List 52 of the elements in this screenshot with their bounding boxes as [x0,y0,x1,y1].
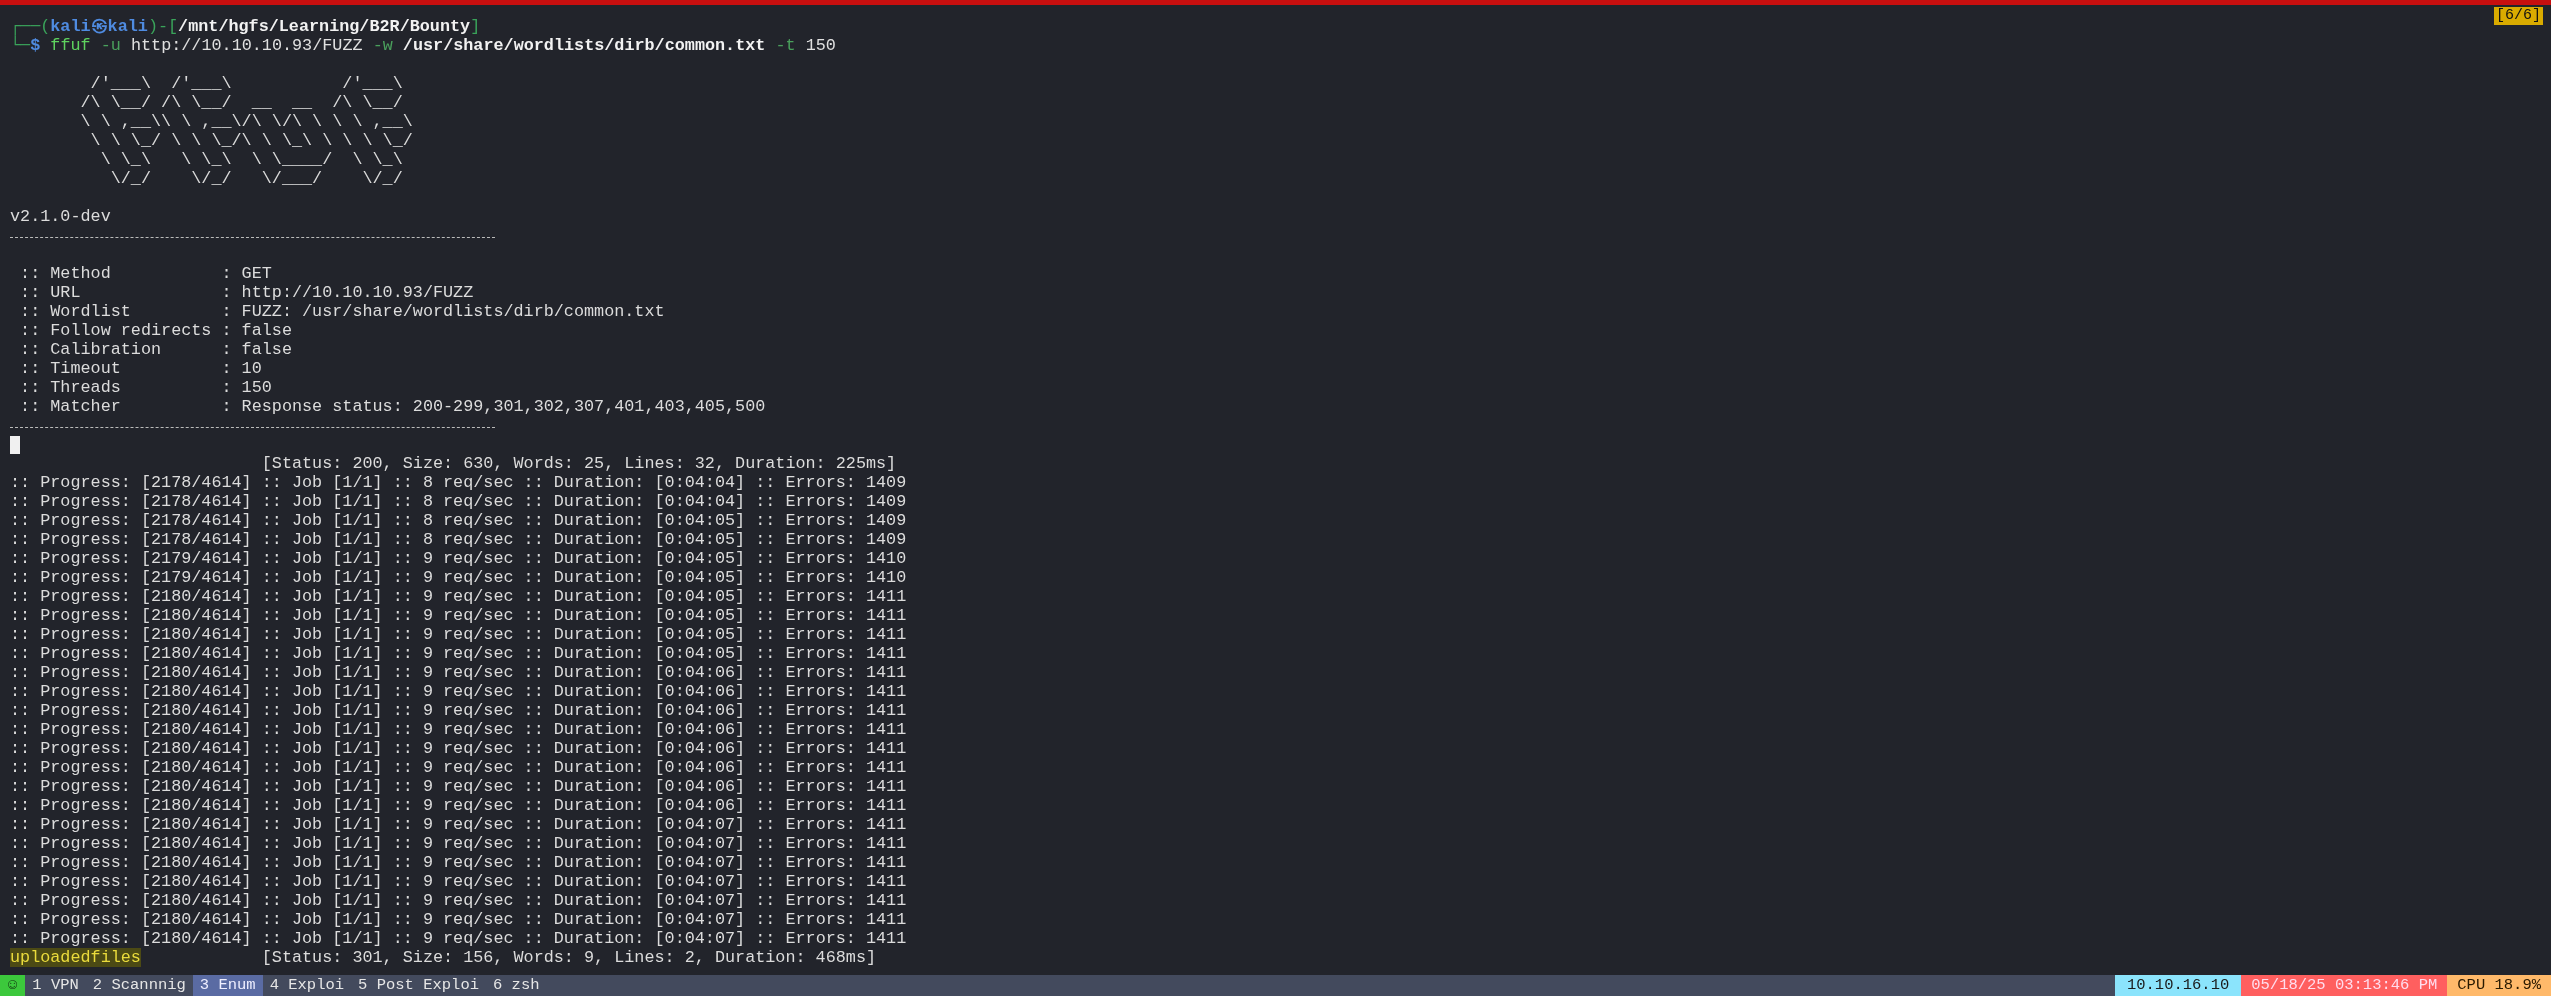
progress-line: :: Progress: [2180/4614] :: Job [1/1] :: 9 req/sec :: Duration: [0:04:06] :: Errors: 1411 [10,663,907,682]
cursor [10,435,20,454]
progress-line: :: Progress: [2180/4614] :: Job [1/1] :: 9 req/sec :: Duration: [0:04:06] :: Errors: 1411 [10,777,907,796]
window-tab[interactable]: 1 VPN [25,975,86,996]
ip-address: 10.10.16.10 [2114,975,2242,996]
found-path: uploadedfiles [10,948,141,967]
setting-line: :: URL : http://10.10.10.93/FUZZ [19,283,474,302]
command-line: └─$ ffuf -u http://10.10.10.93/FUZZ -w /usr/share/wordlists/dirb/common.txt -t 150 [10,36,836,55]
window-tab[interactable]: 2 Scannnig [85,975,193,996]
setting-line: :: Follow redirects : false [19,321,292,340]
progress-line: :: Progress: [2180/4614] :: Job [1/1] :: 9 req/sec :: Duration: [0:04:07] :: Errors: 1411 [10,910,907,929]
pane-indicator: [6/6] [2494,7,2543,25]
session-indicator: ☺ [0,975,26,996]
setting-line: :: Calibration : false [19,340,292,359]
progress-line: :: Progress: [2178/4614] :: Job [1/1] :: 8 req/sec :: Duration: [0:04:04] :: Errors: 1409 [10,492,907,511]
progress-line: :: Progress: [2180/4614] :: Job [1/1] :: 9 req/sec :: Duration: [0:04:06] :: Errors: 1411 [10,758,907,777]
setting-line: :: Threads : 150 [19,378,272,397]
window-tab[interactable]: 6 zsh [486,975,547,996]
progress-line: :: Progress: [2178/4614] :: Job [1/1] :: 8 req/sec :: Duration: [0:04:05] :: Errors: 1409 [10,530,907,549]
progress-line: :: Progress: [2180/4614] :: Job [1/1] :: 9 req/sec :: Duration: [0:04:05] :: Errors: 1411 [10,606,907,625]
progress-line: :: Progress: [2180/4614] :: Job [1/1] :: 9 req/sec :: Duration: [0:04:06] :: Errors: 1411 [10,739,907,758]
ascii-art-logo: /'___\ /'___\ /'___\ /\ \__/ /\ \__/ __ __ /\ \__/ \ \ ,__\\ \ ,__\/\ \/\ \ \ \ ,__\ \ \ \_/ \ \ \_/\ \ \_\ \ \ \ \_/ \ \_\ \ \_\ \ \____/ \ \_\ \/_/ \/_/ \/___/ \/_/ [79,74,413,188]
progress-line: :: Progress: [2178/4614] :: Job [1/1] :: 8 req/sec :: Duration: [0:04:04] :: Errors: 1409 [10,473,907,492]
progress-line: :: Progress: [2180/4614] :: Job [1/1] :: 9 req/sec :: Duration: [0:04:06] :: Errors: 1411 [10,796,907,815]
prompt-line: ┌──(kali㉿kali)-[/mnt/hgfs/Learning/B2R/Bounty] [10,17,481,36]
progress-line: :: Progress: [2180/4614] :: Job [1/1] :: 9 req/sec :: Duration: [0:04:06] :: Errors: 1411 [10,701,907,720]
progress-line: :: Progress: [2179/4614] :: Job [1/1] :: 9 req/sec :: Duration: [0:04:05] :: Errors: 1410 [10,568,907,587]
progress-line: :: Progress: [2179/4614] :: Job [1/1] :: 9 req/sec :: Duration: [0:04:05] :: Errors: 1410 [10,549,907,568]
setting-line: :: Matcher : Response status: 200-299,301,302,307,401,403,405,500 [19,397,766,416]
progress-line: :: Progress: [2180/4614] :: Job [1/1] :: 9 req/sec :: Duration: [0:04:07] :: Errors: 1411 [10,872,907,891]
date-time: 05/18/25 03:13:46 PM [2241,975,2448,996]
progress-line: :: Progress: [2180/4614] :: Job [1/1] :: 9 req/sec :: Duration: [0:04:05] :: Errors: 1411 [10,644,907,663]
progress-line: :: Progress: [2180/4614] :: Job [1/1] :: 9 req/sec :: Duration: [0:04:05] :: Errors: 1411 [10,625,907,644]
setting-line: :: Timeout : 10 [19,359,262,378]
setting-line: :: Wordlist : FUZZ: /usr/share/wordlists/dirb/common.txt [19,302,665,321]
progress-line: :: Progress: [2178/4614] :: Job [1/1] :: 8 req/sec :: Duration: [0:04:05] :: Errors: 1409 [10,511,907,530]
window-tab[interactable]: 4 Exploi [262,975,352,996]
cpu-usage: CPU 18.9% [2447,975,2551,996]
result-line: [Status: 301, Size: 156, Words: 9, Lines: 2, Duration: 468ms] [261,948,877,967]
window-tab[interactable]: 5 Post Exploi [351,975,486,996]
version-text: v2.1.0-dev [10,207,111,226]
progress-line: :: Progress: [2180/4614] :: Job [1/1] :: 9 req/sec :: Duration: [0:04:07] :: Errors: 1411 [10,891,907,910]
setting-line: :: Method : GET [19,264,272,283]
progress-line: :: Progress: [2180/4614] :: Job [1/1] :: 9 req/sec :: Duration: [0:04:07] :: Errors: 1411 [10,853,907,872]
result-line: [Status: 200, Size: 630, Words: 25, Lines: 32, Duration: 225ms] [261,454,897,473]
progress-line: :: Progress: [2180/4614] :: Job [1/1] :: 9 req/sec :: Duration: [0:04:07] :: Errors: 1411 [10,834,907,853]
progress-line: :: Progress: [2180/4614] :: Job [1/1] :: 9 req/sec :: Duration: [0:04:06] :: Errors: 1411 [10,720,907,739]
progress-line: :: Progress: [2180/4614] :: Job [1/1] :: 9 req/sec :: Duration: [0:04:07] :: Errors: 1411 [10,815,907,834]
progress-line: :: Progress: [2180/4614] :: Job [1/1] :: 9 req/sec :: Duration: [0:04:07] :: Errors: 1411 [10,929,907,948]
progress-line: :: Progress: [2180/4614] :: Job [1/1] :: 9 req/sec :: Duration: [0:04:06] :: Errors: 1411 [10,682,907,701]
progress-line: :: Progress: [2180/4614] :: Job [1/1] :: 9 req/sec :: Duration: [0:04:05] :: Errors: 1411 [10,587,907,606]
window-tab[interactable]: 3 Enum [192,975,263,996]
